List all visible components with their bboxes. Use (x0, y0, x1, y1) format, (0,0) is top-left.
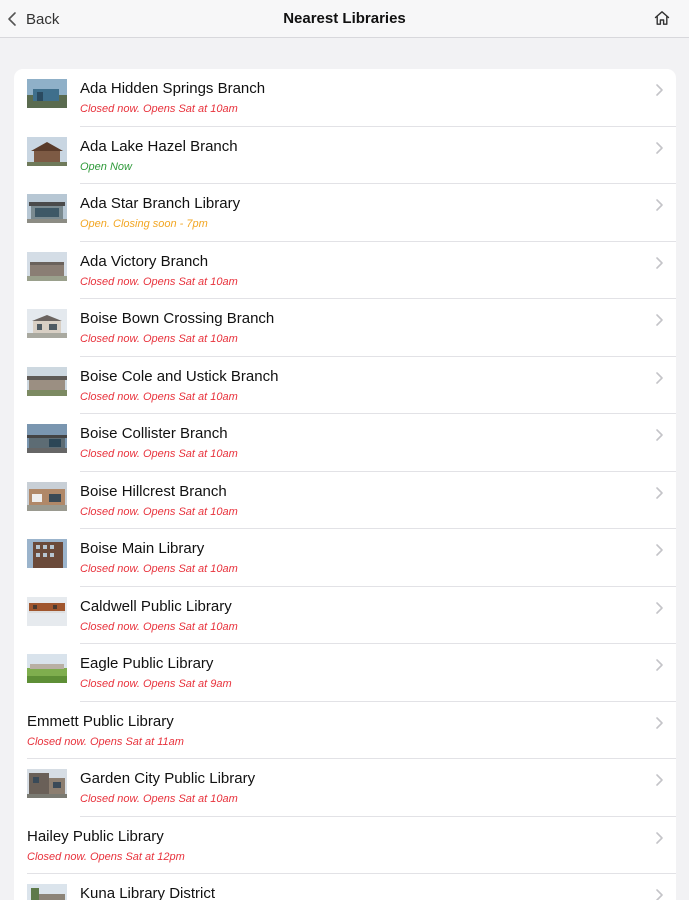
library-status: Closed now. Opens Sat at 10am (80, 103, 238, 115)
home-icon[interactable] (653, 9, 671, 27)
library-name: Boise Bown Crossing Branch (80, 310, 275, 327)
library-name: Boise Collister Branch (80, 425, 228, 442)
library-thumbnail (27, 596, 67, 626)
chevron-right-icon (656, 429, 663, 441)
library-row[interactable]: Ada Star Branch Library Open. Closing soo… (14, 184, 676, 242)
library-name: Boise Cole and Ustick Branch (80, 367, 279, 385)
chevron-right-icon (656, 889, 663, 900)
library-thumbnail (27, 366, 67, 396)
library-status: Closed now. Opens Sat at 10am (80, 563, 238, 575)
library-thumbnail (27, 884, 67, 900)
nav-bar: Back Nearest Libraries (0, 0, 689, 38)
library-status: Open Now (80, 160, 132, 173)
chevron-right-icon (656, 544, 663, 556)
library-name: Boise Main Library (80, 540, 205, 557)
page-title: Nearest Libraries (283, 10, 406, 27)
library-status: Closed now. Opens Sat at 9am (80, 678, 232, 690)
library-name: Hailey Public Library (27, 827, 164, 845)
library-row[interactable]: Caldwell Public Library Closed now. Opens… (14, 587, 676, 644)
library-name: Emmett Public Library (27, 712, 174, 730)
library-name: Ada Lake Hazel Branch (80, 137, 238, 155)
library-status: Closed now. Opens Sat at 11am (27, 735, 184, 748)
library-name: Ada Victory Branch (80, 252, 209, 270)
library-name: Eagle Public Library (80, 655, 214, 672)
library-status: Open. Closing soon - 7pm (80, 218, 208, 230)
library-thumbnail (27, 769, 67, 798)
library-row[interactable]: Kuna Library District (14, 874, 676, 900)
library-row[interactable]: Boise Cole and Ustick Branch Closed now. … (14, 357, 676, 414)
library-thumbnail (27, 481, 67, 511)
library-name: Ada Hidden Springs Branch (80, 80, 266, 97)
chevron-right-icon (656, 84, 663, 96)
library-name: Ada Star Branch Library (80, 195, 241, 212)
chevron-right-icon (656, 659, 663, 671)
chevron-right-icon (656, 256, 663, 269)
library-thumbnail (27, 251, 67, 281)
library-row[interactable]: Hailey Public Library Closed now. Opens S… (14, 817, 676, 874)
chevron-right-icon (656, 141, 663, 154)
library-thumbnail (27, 136, 67, 166)
library-name: Caldwell Public Library (80, 597, 232, 615)
chevron-right-icon (656, 486, 663, 499)
chevron-right-icon (656, 199, 663, 211)
library-thumbnail (27, 424, 67, 453)
library-row[interactable]: Boise Hillcrest Branch Closed now. Opens … (14, 472, 676, 529)
library-row[interactable]: Boise Main Library Closed now. Opens Sat … (14, 529, 676, 587)
library-thumbnail (27, 79, 67, 108)
library-status: Closed now. Opens Sat at 10am (80, 505, 238, 518)
library-status: Closed now. Opens Sat at 10am (80, 448, 238, 460)
library-name: Kuna Library District (80, 885, 216, 900)
library-status: Closed now. Opens Sat at 10am (80, 333, 238, 345)
library-row[interactable]: Garden City Public Library Closed now. Op… (14, 759, 676, 817)
library-thumbnail (27, 194, 67, 223)
library-status: Closed now. Opens Sat at 10am (80, 620, 238, 633)
chevron-right-icon (656, 774, 663, 786)
library-thumbnail (27, 539, 67, 568)
chevron-right-icon (656, 601, 663, 614)
chevron-right-icon (656, 831, 663, 844)
library-status: Closed now. Opens Sat at 12pm (27, 850, 185, 863)
library-status: Closed now. Opens Sat at 10am (80, 275, 238, 288)
chevron-right-icon (656, 716, 663, 729)
library-status: Closed now. Opens Sat at 10am (80, 793, 238, 805)
library-name: Boise Hillcrest Branch (80, 482, 227, 500)
library-thumbnail (27, 654, 67, 683)
library-row[interactable]: Eagle Public Library Closed now. Opens Sa… (14, 644, 676, 702)
library-row[interactable]: Emmett Public Library Closed now. Opens S… (14, 702, 676, 759)
chevron-right-icon (656, 371, 663, 384)
library-row[interactable]: Ada Victory Branch Closed now. Opens Sat … (14, 242, 676, 299)
library-status: Closed now. Opens Sat at 10am (80, 390, 238, 403)
library-thumbnail (27, 309, 67, 338)
chevron-right-icon (656, 314, 663, 326)
library-row[interactable]: Ada Hidden Springs Branch Closed now. Ope… (14, 69, 676, 127)
library-row[interactable]: Boise Bown Crossing Branch Closed now. Op… (14, 299, 676, 357)
library-row[interactable]: Ada Lake Hazel Branch Open Now (14, 127, 676, 184)
library-list: Ada Hidden Springs Branch Closed now. Ope… (14, 69, 676, 900)
library-row[interactable]: Boise Collister Branch Closed now. Opens … (14, 414, 676, 472)
library-name: Garden City Public Library (80, 770, 256, 787)
